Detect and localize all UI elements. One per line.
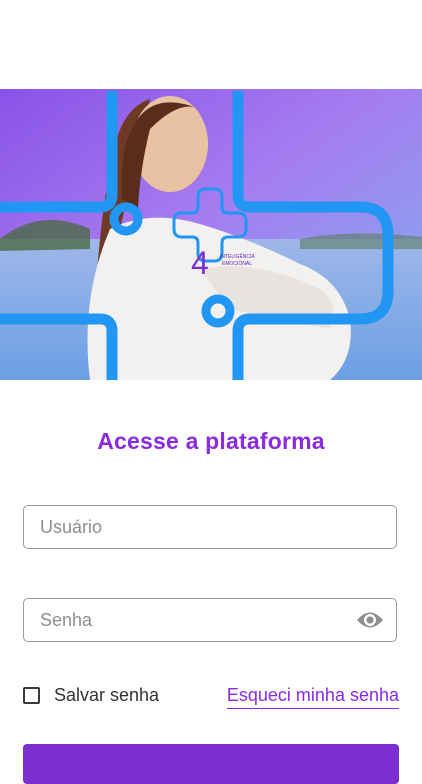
page-title: Acesse a plataforma bbox=[97, 428, 325, 454]
svg-text:INTELIGÊNCIA: INTELIGÊNCIA bbox=[220, 252, 255, 260]
svg-text:EMOCIONAL: EMOCIONAL bbox=[222, 261, 252, 267]
password-input[interactable] bbox=[24, 599, 396, 641]
remember-password-checkbox[interactable] bbox=[23, 686, 40, 704]
remember-password-option[interactable]: Salvar senha bbox=[23, 684, 159, 706]
password-field[interactable] bbox=[23, 598, 397, 642]
hero-banner: 4 INTELIGÊNCIA EMOCIONAL bbox=[0, 89, 422, 380]
login-button[interactable] bbox=[23, 744, 399, 784]
svg-text:4: 4 bbox=[191, 245, 209, 281]
username-field[interactable] bbox=[23, 505, 397, 549]
hero-image: 4 INTELIGÊNCIA EMOCIONAL bbox=[0, 89, 422, 380]
username-input[interactable] bbox=[24, 506, 396, 548]
remember-password-label: Salvar senha bbox=[54, 684, 160, 705]
show-password-eye-icon[interactable] bbox=[356, 609, 384, 631]
forgot-password-link[interactable]: Esqueci minha senha bbox=[226, 685, 399, 709]
